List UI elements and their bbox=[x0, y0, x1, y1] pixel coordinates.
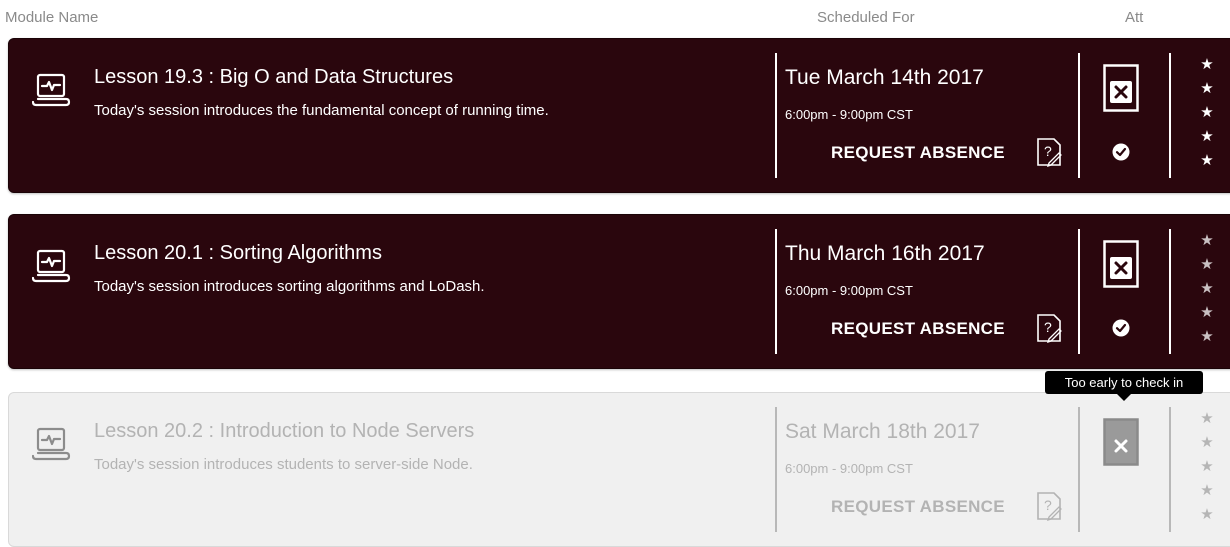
lesson-card: Lesson 19.3 : Big O and Data Structures … bbox=[8, 38, 1230, 193]
divider bbox=[1169, 407, 1171, 532]
star-icon: ★ bbox=[1200, 458, 1214, 475]
lesson-title: Lesson 20.2 : Introduction to Node Serve… bbox=[94, 420, 475, 442]
lesson-time: 6:00pm - 9:00pm CST bbox=[785, 283, 913, 298]
star-icon[interactable]: ★ bbox=[1200, 277, 1213, 301]
header-scheduled-for: Scheduled For bbox=[817, 9, 915, 26]
star-icon[interactable]: ★ bbox=[1200, 125, 1213, 149]
svg-text:?: ? bbox=[1044, 143, 1052, 159]
check-in-tooltip: Too early to check in bbox=[1045, 371, 1203, 394]
divider bbox=[775, 407, 777, 532]
divider bbox=[775, 229, 777, 354]
lesson-description: Today's session introduces sorting algor… bbox=[94, 278, 485, 295]
lesson-date: Sat March 18th 2017 bbox=[785, 420, 980, 443]
header-module-name: Module Name bbox=[5, 9, 99, 26]
document-x-icon[interactable] bbox=[1103, 64, 1139, 112]
star-icon[interactable]: ★ bbox=[1200, 149, 1213, 173]
lesson-time: 6:00pm - 9:00pm CST bbox=[785, 107, 913, 122]
star-icon[interactable]: ★ bbox=[1200, 325, 1213, 349]
divider bbox=[1078, 229, 1080, 354]
question-edit-icon[interactable]: ? bbox=[1036, 137, 1062, 167]
divider bbox=[1169, 229, 1171, 354]
star-icon: ★ bbox=[1200, 410, 1214, 427]
star-icon[interactable]: ★ bbox=[1200, 101, 1213, 125]
divider bbox=[775, 53, 777, 178]
lesson-description: Today's session introduces the fundament… bbox=[94, 102, 549, 119]
lesson-title: Lesson 20.1 : Sorting Algorithms bbox=[94, 242, 382, 264]
check-circle-icon bbox=[1112, 143, 1130, 161]
monitor-icon bbox=[32, 427, 71, 461]
question-edit-icon[interactable]: ? bbox=[1036, 313, 1062, 343]
rating-stars[interactable]: ★ ★ ★ ★ ★ bbox=[1199, 53, 1215, 173]
svg-text:?: ? bbox=[1044, 319, 1052, 335]
divider bbox=[1078, 53, 1080, 178]
check-circle-icon bbox=[1112, 319, 1130, 337]
star-icon: ★ bbox=[1200, 434, 1214, 451]
monitor-icon bbox=[32, 249, 71, 283]
rating-stars[interactable]: ★ ★ ★ ★ ★ bbox=[1199, 229, 1215, 349]
divider bbox=[1078, 407, 1080, 532]
star-icon: ★ bbox=[1200, 506, 1214, 523]
star-icon[interactable]: ★ bbox=[1200, 77, 1213, 101]
request-absence-button[interactable]: REQUEST ABSENCE bbox=[831, 319, 1005, 339]
question-edit-icon[interactable]: ? bbox=[1036, 491, 1062, 521]
lesson-card: Lesson 20.2 : Introduction to Node Serve… bbox=[8, 392, 1230, 547]
request-absence-button[interactable]: REQUEST ABSENCE bbox=[831, 497, 1005, 517]
lesson-date: Tue March 14th 2017 bbox=[785, 66, 984, 89]
request-absence-button[interactable]: REQUEST ABSENCE bbox=[831, 143, 1005, 163]
lesson-title: Lesson 19.3 : Big O and Data Structures bbox=[94, 66, 454, 88]
lesson-card: Lesson 20.1 : Sorting Algorithms Today's… bbox=[8, 214, 1230, 369]
star-icon: ★ bbox=[1200, 482, 1214, 499]
star-icon[interactable]: ★ bbox=[1200, 253, 1213, 277]
lesson-description: Today's session introduces students to s… bbox=[94, 456, 473, 473]
star-icon[interactable]: ★ bbox=[1200, 53, 1213, 77]
rating-stars: ★ ★ ★ ★ ★ bbox=[1199, 407, 1215, 527]
star-icon[interactable]: ★ bbox=[1200, 301, 1213, 325]
tooltip-arrow bbox=[1117, 394, 1131, 401]
document-x-icon[interactable] bbox=[1103, 240, 1139, 288]
lesson-date: Thu March 16th 2017 bbox=[785, 242, 985, 265]
lesson-time: 6:00pm - 9:00pm CST bbox=[785, 461, 913, 476]
svg-text:?: ? bbox=[1044, 497, 1052, 513]
monitor-icon bbox=[32, 73, 71, 107]
divider bbox=[1169, 53, 1171, 178]
header-att: Att bbox=[1125, 9, 1144, 26]
document-x-icon[interactable] bbox=[1103, 418, 1139, 466]
star-icon[interactable]: ★ bbox=[1200, 229, 1213, 253]
